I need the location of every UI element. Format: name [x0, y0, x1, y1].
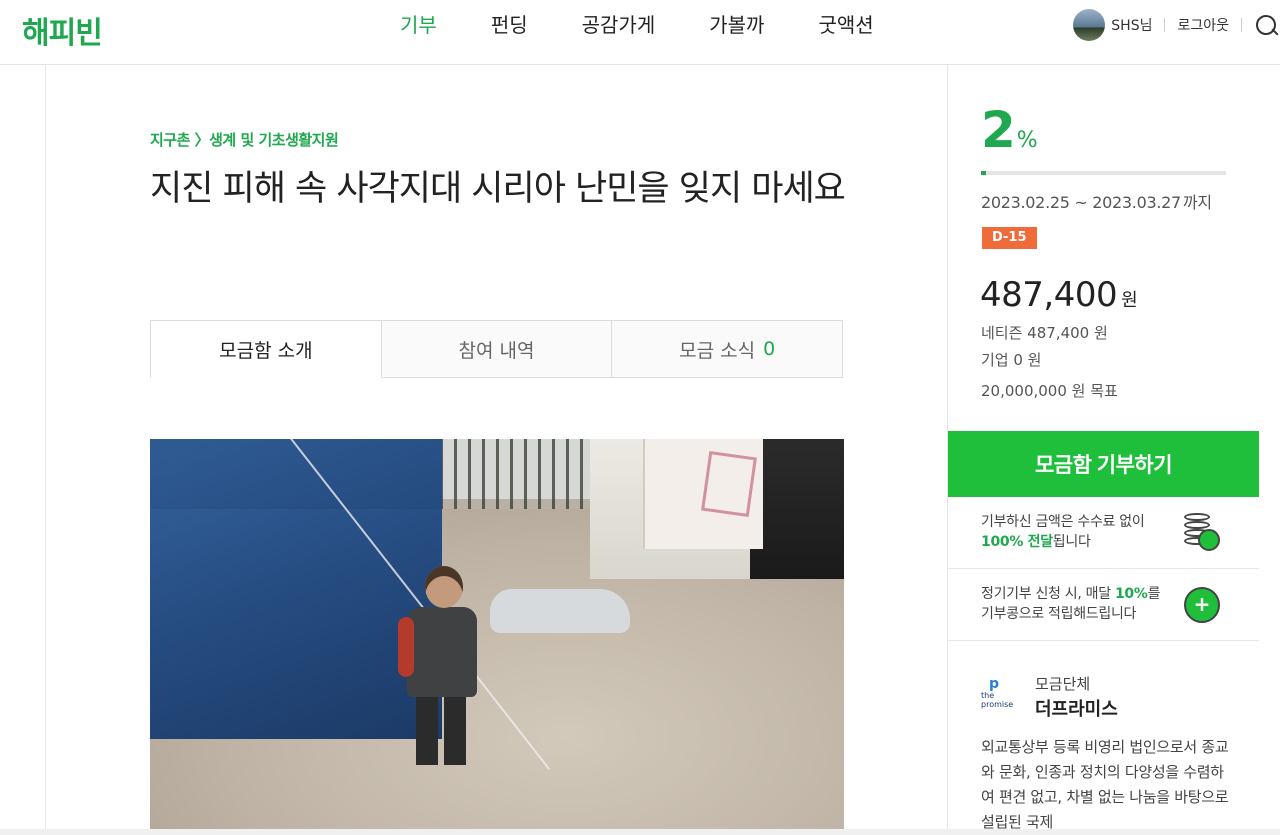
- org-logo-text: the promise: [981, 691, 1014, 709]
- dday-badge: D-15: [982, 227, 1037, 249]
- photo-child-arm: [398, 617, 414, 677]
- tab-news[interactable]: 모금 소식 0: [612, 320, 844, 378]
- breadcrumb[interactable]: 지구촌 〉생계 및 기초생활지원: [150, 129, 339, 150]
- user-area: SHS님 로그아웃: [1073, 9, 1280, 41]
- bottom-strip: [0, 829, 1280, 835]
- period-suffix: 까지: [1182, 193, 1212, 212]
- progress-percent: 2%: [981, 101, 1038, 159]
- logout-link[interactable]: 로그아웃: [1177, 15, 1229, 35]
- user-avatar[interactable]: [1073, 9, 1106, 41]
- divider: [1241, 18, 1242, 32]
- fee-info-text: 기부하신 금액은 수수료 없이 100% 전달됩니다: [981, 512, 1145, 552]
- donate-button[interactable]: 모금함 기부하기: [948, 431, 1259, 497]
- regular-info-strong: 10%: [1114, 586, 1148, 602]
- news-count: 0: [763, 338, 776, 360]
- donation-sidebar: 2% 2023.02.25 ~ 2023.03.27 까지 D-15 487,40…: [948, 65, 1280, 835]
- top-header: 해피빈 기부 펀딩 공감가게 가볼까 굿액션 SHS님 로그아웃: [0, 0, 1280, 65]
- goal-amount: 20,000,000 원 목표: [981, 382, 1118, 400]
- happybean-logo[interactable]: 해피빈: [22, 8, 103, 52]
- regular-info-text: 정기기부 신청 시, 매달 10%를 기부콩으로 적립해드립니다: [981, 584, 1160, 624]
- plus-bean-icon: +: [1184, 587, 1220, 623]
- campaign-period: 2023.02.25 ~ 2023.03.27 까지: [981, 189, 1212, 213]
- nav-store[interactable]: 공감가게: [582, 10, 656, 40]
- search-icon[interactable]: [1254, 12, 1280, 38]
- fee-info-line-1: 기부하신 금액은 수수료 없이: [981, 514, 1145, 530]
- progress-fill: [981, 171, 986, 175]
- percent-unit: %: [1016, 128, 1038, 153]
- photo-bag: [490, 589, 630, 633]
- period-dates: 2023.02.25 ~ 2023.03.27: [981, 193, 1181, 212]
- regular-info-line-2: 기부콩으로 적립해드립니다: [981, 606, 1137, 622]
- regular-info-a: 정기기부 신청 시, 매달: [981, 586, 1115, 602]
- photo-child-legs: [416, 695, 466, 765]
- amount-unit: 원: [1121, 290, 1138, 311]
- percent-value: 2: [981, 101, 1016, 159]
- netizen-amount: 네티즌 487,400 원: [981, 324, 1108, 342]
- fee-info-rest: 됩니다: [1052, 534, 1091, 550]
- photo-dark-tent: [750, 439, 844, 579]
- org-label: 모금단체: [1035, 675, 1091, 693]
- campaign-main: 지구촌 〉생계 및 기초생활지원 지진 피해 속 사각지대 시리아 난민을 잊지…: [45, 65, 948, 835]
- regular-info-b: 를: [1147, 586, 1161, 602]
- photo-sack-print: [701, 450, 757, 518]
- org-description: 외교통상부 등록 비영리 법인으로서 종교와 문화, 인종과 정치의 다양성을 …: [981, 738, 1229, 831]
- tab-participation[interactable]: 참여 내역: [381, 320, 613, 378]
- photo-child-head: [425, 566, 463, 608]
- main-nav: 기부 펀딩 공감가게 가볼까 굿액션: [400, 10, 928, 40]
- campaign-tabs: 모금함 소개 참여 내역 모금 소식 0: [150, 320, 844, 378]
- coin-icon: [1182, 513, 1222, 553]
- campaign-photo: [150, 439, 844, 835]
- fee-info-strong: 100% 전달: [981, 534, 1053, 550]
- nav-funding[interactable]: 펀딩: [491, 10, 528, 40]
- org-logo[interactable]: p the promise: [981, 677, 1019, 709]
- user-name[interactable]: SHS님: [1111, 15, 1152, 35]
- nav-good-action[interactable]: 굿액션: [818, 10, 873, 40]
- photo-child-body: [407, 607, 477, 697]
- nav-travel[interactable]: 가볼까: [709, 10, 764, 40]
- tab-introduction[interactable]: 모금함 소개: [150, 320, 382, 378]
- nav-donate[interactable]: 기부: [400, 10, 437, 40]
- org-name[interactable]: 더프라미스: [1035, 695, 1118, 721]
- divider: [1164, 18, 1166, 32]
- company-amount: 기업 0 원: [981, 351, 1042, 369]
- tab-label: 모금 소식: [679, 339, 756, 362]
- tab-label: 참여 내역: [458, 339, 535, 362]
- progress-bar: [981, 171, 1226, 175]
- raised-amount: 487,400 원: [980, 275, 1138, 315]
- tab-label: 모금함 소개: [219, 339, 313, 362]
- page-title: 지진 피해 속 사각지대 시리아 난민을 잊지 마세요: [150, 169, 846, 209]
- amount-value: 487,400: [980, 275, 1118, 315]
